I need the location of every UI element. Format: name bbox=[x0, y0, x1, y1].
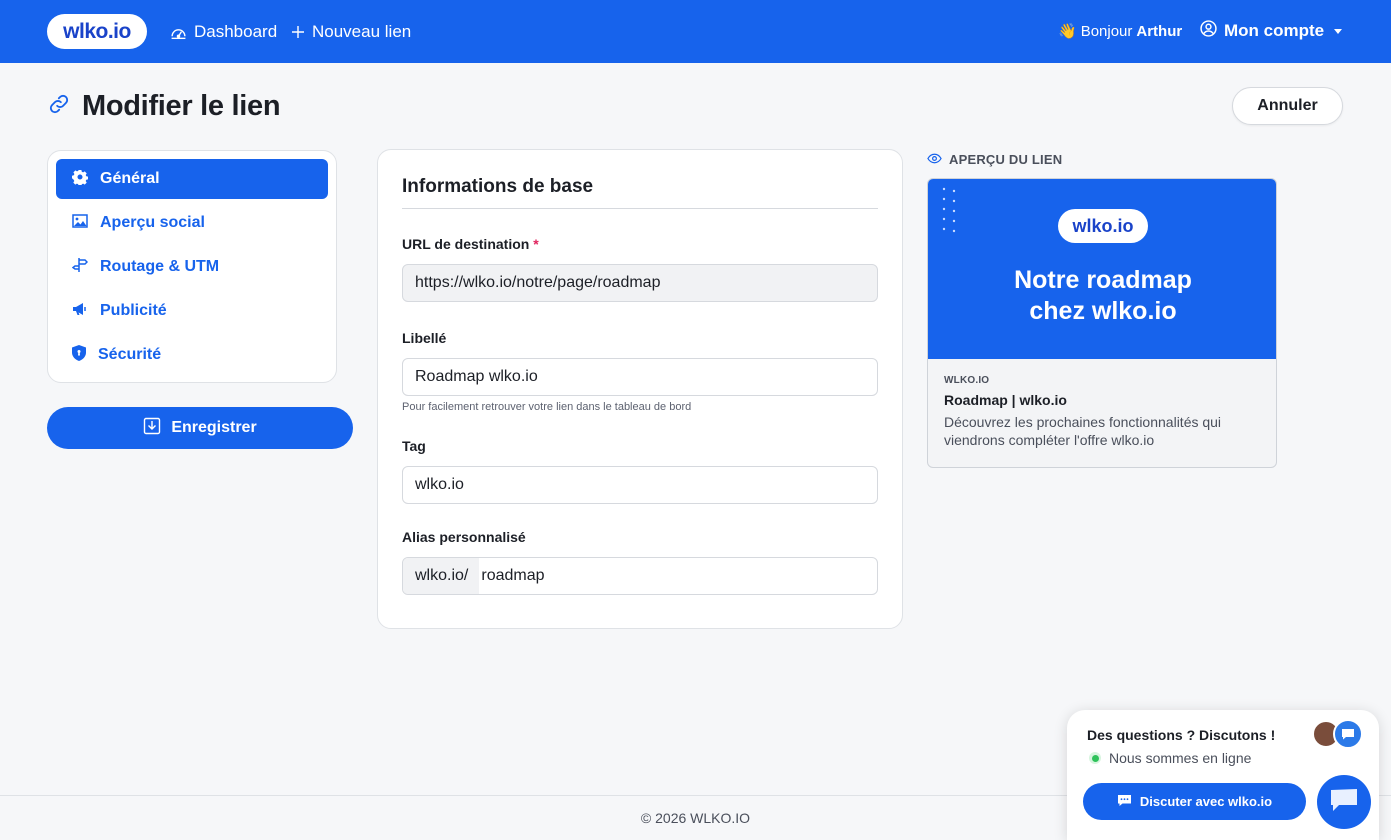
dashboard-gauge-icon bbox=[170, 24, 187, 41]
megaphone-icon bbox=[72, 301, 88, 322]
preview-title: Roadmap | wlko.io bbox=[944, 392, 1067, 408]
page-header: Modifier le lien bbox=[48, 86, 281, 126]
brand-logo[interactable]: wlko.io bbox=[47, 14, 147, 49]
alias-field[interactable]: roadmap bbox=[479, 567, 544, 585]
sidebar-item-routing[interactable]: Routage & UTM bbox=[56, 247, 328, 287]
sidebar-item-label: Publicité bbox=[100, 302, 167, 319]
section-title: Informations de base bbox=[402, 176, 878, 209]
chat-bubble-icon bbox=[1117, 794, 1132, 810]
chat-launcher-button[interactable] bbox=[1317, 775, 1371, 829]
sidebar-item-social-preview[interactable]: Aperçu social bbox=[56, 203, 328, 243]
chat-message-icon bbox=[1329, 787, 1359, 818]
preview-domain: WLKO.IO bbox=[944, 375, 990, 386]
greeting: 👋 Bonjour Arthur bbox=[1058, 22, 1183, 41]
chat-bubble-avatar-icon bbox=[1333, 719, 1363, 749]
sidebar-item-label: Sécurité bbox=[98, 346, 162, 363]
caret-down-icon bbox=[1334, 28, 1343, 34]
chat-title: Des questions ? Discutons ! bbox=[1087, 727, 1276, 743]
headline-line-2: chez wlko.io bbox=[1029, 297, 1177, 325]
destination-label-text: URL de destination bbox=[402, 236, 530, 252]
destination-label: URL de destination * bbox=[402, 236, 539, 252]
nav-new-link[interactable]: Nouveau lien bbox=[291, 20, 411, 44]
preview-image: wlko.io Notre roadmap chez wlko.io bbox=[928, 179, 1276, 359]
destination-url-field[interactable]: https://wlko.io/notre/page/roadmap bbox=[402, 264, 878, 302]
cancel-button[interactable]: Annuler bbox=[1232, 87, 1343, 125]
nav-dashboard-link[interactable]: Dashboard bbox=[170, 20, 277, 44]
chat-status: Nous sommes en ligne bbox=[1089, 750, 1251, 766]
libelle-label: Libellé bbox=[402, 330, 447, 346]
sidebar-item-ads[interactable]: Publicité bbox=[56, 291, 328, 331]
copyright: © 2026 WLKO.IO bbox=[640, 810, 751, 826]
sidebar-item-general[interactable]: Général bbox=[56, 159, 328, 199]
alias-input-group: wlko.io/ roadmap bbox=[402, 557, 878, 595]
page-title: Modifier le lien bbox=[82, 89, 281, 122]
user-circle-icon bbox=[1200, 20, 1217, 42]
save-button-label: Enregistrer bbox=[171, 419, 257, 436]
start-chat-label: Discuter avec wlko.io bbox=[1139, 794, 1273, 809]
preview-description: Découvrez les prochaines fonctionnalités… bbox=[944, 414, 1222, 448]
start-chat-button[interactable]: Discuter avec wlko.io bbox=[1083, 783, 1306, 820]
tag-label: Tag bbox=[402, 438, 426, 454]
link-icon bbox=[48, 93, 70, 120]
gear-icon bbox=[72, 169, 89, 190]
top-navbar: wlko.io Dashboard Nouveau lien 👋 Bonjour… bbox=[0, 0, 1391, 63]
headline-line-1: Notre roadmap bbox=[1014, 266, 1192, 294]
sidebar-item-label: Général bbox=[100, 170, 160, 187]
preview-heading-label: APERÇU DU LIEN bbox=[949, 151, 1063, 167]
chat-widget: Des questions ? Discutons ! Nous sommes … bbox=[1067, 710, 1379, 840]
chat-status-label: Nous sommes en ligne bbox=[1109, 750, 1252, 766]
greeting-prefix: Bonjour bbox=[1080, 22, 1133, 40]
tag-field[interactable]: wlko.io bbox=[402, 466, 878, 504]
shield-icon bbox=[72, 344, 86, 366]
link-preview-card: wlko.io Notre roadmap chez wlko.io WLKO.… bbox=[927, 178, 1277, 468]
image-icon bbox=[72, 213, 88, 233]
eye-icon bbox=[927, 152, 942, 167]
online-dot-icon bbox=[1089, 752, 1101, 764]
signpost-icon bbox=[71, 257, 89, 278]
greeting-name: Arthur bbox=[1136, 22, 1183, 40]
sidebar-item-security[interactable]: Sécurité bbox=[56, 335, 328, 375]
waving-hand-icon: 👋 bbox=[1058, 23, 1077, 40]
settings-sidebar: Général Aperçu social Routage & UTM Publ… bbox=[47, 150, 337, 383]
sidebar-item-label: Aperçu social bbox=[100, 214, 205, 231]
sidebar-item-label: Routage & UTM bbox=[100, 258, 220, 275]
required-marker: * bbox=[533, 236, 539, 252]
preview-image-logo: wlko.io bbox=[1058, 209, 1148, 243]
account-dropdown[interactable]: Mon compte bbox=[1200, 20, 1343, 42]
plus-icon bbox=[291, 25, 305, 39]
preview-image-headline: Notre roadmap chez wlko.io bbox=[928, 265, 1276, 327]
nav-dashboard-label: Dashboard bbox=[194, 22, 278, 41]
alias-prefix: wlko.io/ bbox=[403, 558, 480, 594]
preview-body: WLKO.IO Roadmap | wlko.io Découvrez les … bbox=[928, 359, 1276, 465]
basic-info-card: Informations de base URL de destination … bbox=[377, 149, 903, 629]
alias-label: Alias personnalisé bbox=[402, 529, 526, 545]
libelle-field[interactable]: Roadmap wlko.io bbox=[402, 358, 878, 396]
nav-new-label: Nouveau lien bbox=[312, 22, 412, 41]
account-label: Mon compte bbox=[1224, 21, 1325, 40]
download-tray-icon bbox=[143, 417, 161, 440]
dots-pattern-icon bbox=[940, 185, 960, 242]
save-button[interactable]: Enregistrer bbox=[47, 407, 353, 449]
preview-heading: APERÇU DU LIEN bbox=[927, 150, 1062, 168]
libelle-help-text: Pour facilement retrouver votre lien dan… bbox=[402, 401, 692, 413]
